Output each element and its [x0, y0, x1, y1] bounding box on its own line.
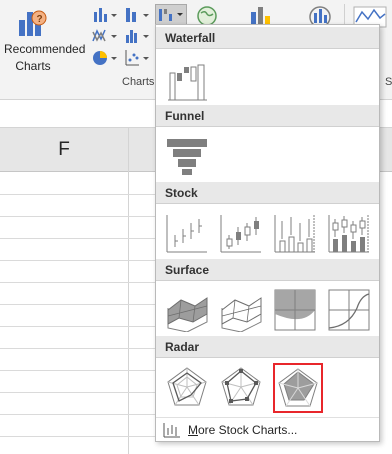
filled-radar-selection-highlight — [273, 363, 323, 413]
sparklines-group-label: S — [385, 76, 392, 88]
section-header-waterfall: Waterfall — [156, 27, 379, 49]
row-line — [0, 260, 155, 261]
wireframe-contour-thumbnail-icon — [328, 289, 370, 331]
stock-vhlc-thumbnail-icon — [274, 215, 315, 253]
radar-markers-thumbnail-icon — [221, 367, 261, 406]
hierarchy-chart-icon — [126, 8, 149, 22]
pie-chart-icon — [93, 51, 117, 65]
section-header-stock: Stock — [156, 182, 379, 204]
recommended-charts-button[interactable]: ? Recommended Charts — [2, 2, 86, 74]
section-header-radar: Radar — [156, 336, 379, 358]
recommended-charts-icon: ? — [19, 10, 47, 36]
insert-statistic-chart-button[interactable] — [124, 27, 152, 45]
recommended-charts-label: Recommended Charts — [4, 42, 86, 73]
row-line — [0, 304, 155, 305]
surface-3d-option[interactable] — [165, 288, 209, 332]
row-line — [0, 414, 155, 415]
insert-column-chart-button[interactable] — [92, 6, 118, 24]
chart-gallery-dropdown: Waterfall Funnel Stock Surface Radar Mor… — [155, 24, 380, 442]
row-line — [0, 194, 155, 195]
row-line — [0, 326, 155, 327]
stock-volume-high-low-close-option[interactable] — [273, 211, 317, 255]
column-header-F[interactable]: F — [0, 128, 128, 172]
wireframe-surface-thumbnail-icon — [221, 297, 262, 332]
insert-line-chart-button[interactable] — [92, 27, 118, 45]
column-chart-icon — [94, 8, 117, 22]
more-stock-charts-link[interactable]: More Stock Charts... — [156, 417, 379, 441]
row-line — [0, 348, 155, 349]
row-line — [0, 392, 155, 393]
waterfall-chart-option[interactable] — [165, 59, 209, 103]
column-divider — [128, 128, 129, 454]
insert-pie-chart-button[interactable] — [92, 48, 118, 68]
insert-waterfall-stock-chart-button[interactable] — [155, 4, 187, 25]
line-chart-icon — [92, 29, 117, 42]
stock-chart-small-icon — [163, 423, 180, 438]
contour-thumbnail-icon — [274, 289, 316, 331]
stock-ohlc-thumbnail-icon — [220, 215, 261, 253]
stock-open-high-low-close-option[interactable] — [219, 211, 263, 255]
waterfall-chart-icon — [159, 9, 183, 21]
svg-text:?: ? — [37, 14, 43, 25]
row-line — [0, 370, 155, 371]
statistic-chart-icon — [126, 30, 149, 43]
more-stock-charts-label: More Stock Charts... — [188, 418, 297, 442]
stock-vohlc-thumbnail-icon — [328, 215, 369, 253]
radar-with-markers-option[interactable] — [219, 365, 263, 409]
wireframe-contour-option[interactable] — [327, 288, 371, 332]
row-line — [0, 436, 155, 437]
row-line — [0, 216, 155, 217]
scatter-chart-icon — [125, 50, 149, 66]
insert-hierarchy-chart-button[interactable] — [124, 6, 152, 24]
charts-group-label: Charts — [122, 76, 155, 88]
insert-scatter-chart-button[interactable] — [124, 48, 152, 68]
contour-option[interactable] — [273, 288, 317, 332]
section-header-surface: Surface — [156, 259, 379, 281]
row-line — [0, 238, 155, 239]
radar-option[interactable] — [165, 365, 209, 409]
waterfall-chart-thumbnail-icon — [168, 64, 207, 101]
more-stock-charts-accelerator: M — [188, 423, 198, 437]
section-header-funnel: Funnel — [156, 105, 379, 127]
wireframe-3d-surface-option[interactable] — [219, 288, 263, 332]
radar-thumbnail-icon — [167, 367, 207, 406]
funnel-chart-thumbnail-icon — [167, 139, 207, 175]
row-line — [0, 282, 155, 283]
surface-3d-thumbnail-icon — [167, 297, 208, 332]
stock-hlc-thumbnail-icon — [166, 215, 207, 253]
stock-volume-open-high-low-close-option[interactable] — [327, 211, 371, 255]
funnel-chart-option[interactable] — [165, 135, 209, 179]
more-stock-charts-text: ore Stock Charts... — [198, 423, 298, 437]
stock-high-low-close-option[interactable] — [165, 211, 209, 255]
